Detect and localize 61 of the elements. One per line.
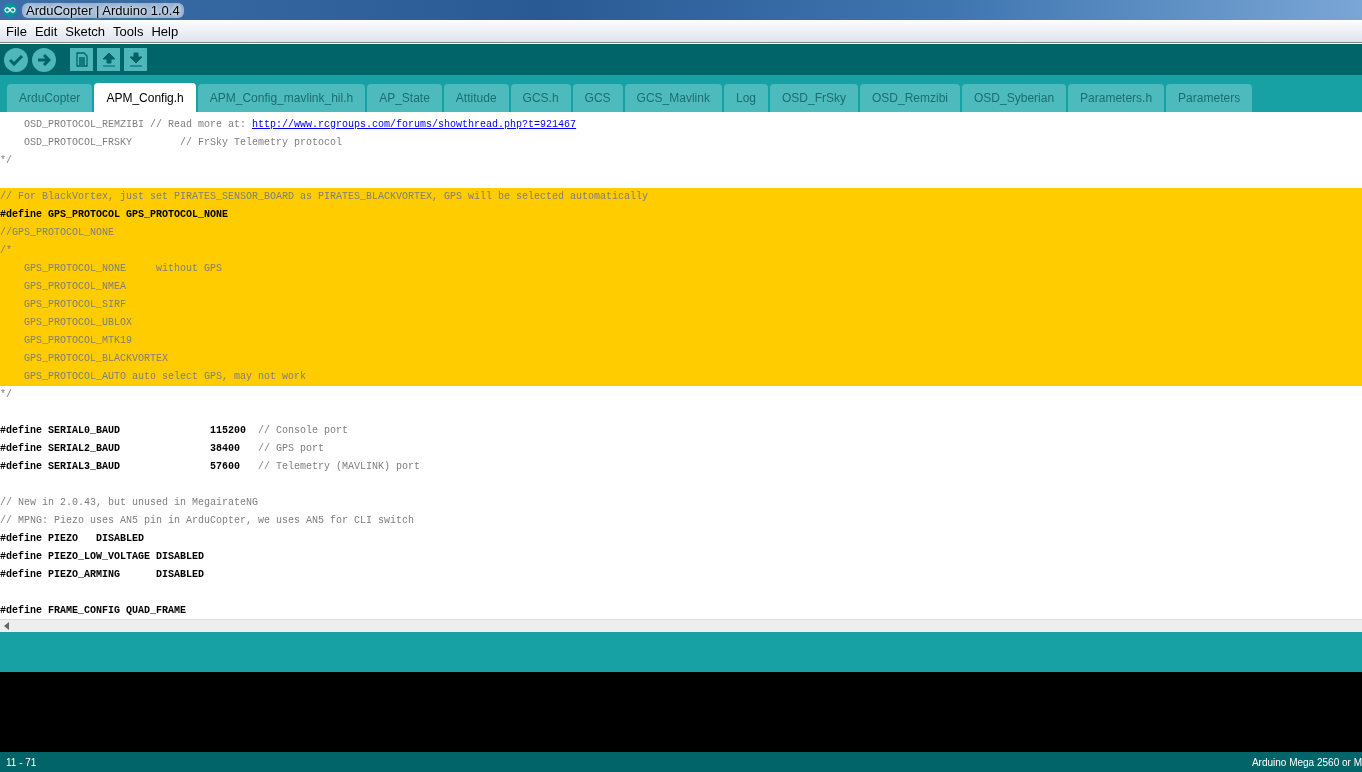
- code-text: #define SERIAL2_BAUD 38400: [0, 442, 241, 456]
- menu-item[interactable]: Tools: [109, 23, 148, 39]
- code-text: #define SERIAL3_BAUD 57600: [0, 460, 241, 474]
- link[interactable]: http://www.rcgroups.com/forums/showthread.php?t=921467: [252, 116, 577, 134]
- document-icon: [75, 52, 88, 67]
- code-comment: // GPS port: [257, 442, 325, 456]
- code-text: #define FRAME_CONFIG QUAD_FRAME: [0, 604, 187, 618]
- file-tab[interactable]: OSD_Remzibi: [860, 84, 961, 112]
- file-tab[interactable]: ArduCopter: [7, 84, 93, 112]
- file-tab[interactable]: GCS_Mavlink: [624, 84, 722, 112]
- open-button[interactable]: [97, 48, 120, 71]
- code-comment: // For BlackVortex, just set PIRATES_SENSOR_BOARD as PIRATES_BLACKVORTEX, GPS will be selected automatically: [0, 188, 1362, 206]
- save-button[interactable]: [124, 48, 147, 71]
- file-tab[interactable]: Parameters: [1166, 84, 1253, 112]
- code-comment: GPS_PROTOCOL_NMEA: [0, 278, 1362, 296]
- code-comment: /*: [0, 242, 1362, 260]
- file-tab[interactable]: APM_Config.h: [94, 83, 196, 112]
- code-comment: GPS_PROTOCOL_UBLOX: [0, 314, 1362, 332]
- verify-button[interactable]: [4, 47, 28, 72]
- file-tab[interactable]: Attitude: [443, 84, 509, 112]
- file-tab[interactable]: APM_Config_mavlink_hil.h: [197, 84, 366, 112]
- menu-item[interactable]: Edit: [30, 23, 62, 39]
- board-name: Arduino Mega 2560 or M: [1251, 756, 1362, 768]
- file-tab[interactable]: AP_State: [367, 84, 442, 112]
- arrow-up-icon: [101, 52, 116, 67]
- code-text: #define PIEZO DISABLED: [0, 532, 145, 546]
- code-comment: //GPS_PROTOCOL_NONE: [0, 224, 1362, 242]
- checkmark-icon: [9, 53, 23, 66]
- code-comment: // New in 2.0.43, but unused in MegairateNG: [0, 496, 259, 510]
- new-button[interactable]: [70, 48, 93, 71]
- scroll-left-icon[interactable]: [4, 622, 10, 630]
- file-tab[interactable]: Parameters.h: [1068, 84, 1165, 112]
- line-number: 11 - 71: [6, 756, 37, 768]
- code-text: #define PIEZO_ARMING DISABLED: [0, 568, 205, 582]
- arrow-right-icon: [37, 53, 51, 66]
- code-comment: // MPNG: Piezo uses AN5 pin in ArduCopter, we uses AN5 for CLI switch: [0, 514, 415, 528]
- file-tab[interactable]: Log: [723, 84, 768, 112]
- menu-item[interactable]: Help: [147, 23, 183, 39]
- code-text: #define GPS_PROTOCOL GPS_PROTOCOL_NONE: [0, 206, 1362, 224]
- menu-item[interactable]: Sketch: [61, 23, 110, 39]
- infinity-logo-icon: [2, 3, 18, 17]
- code-comment: GPS_PROTOCOL_AUTO auto select GPS, may not work: [0, 368, 1362, 386]
- code-comment: // Telemetry (MAVLINK) port: [257, 460, 421, 474]
- code-comment: GPS_PROTOCOL_SIRF: [0, 296, 1362, 314]
- code-comment: OSD_PROTOCOL_FRSKY // FrSky Telemetry protocol: [23, 136, 343, 150]
- code-comment: GPS_PROTOCOL_BLACKVORTEX: [0, 350, 1362, 368]
- file-tab[interactable]: GCS.h: [510, 84, 571, 112]
- arrow-down-icon: [128, 52, 143, 67]
- file-tab[interactable]: OSD_Syberian: [962, 84, 1067, 112]
- code-comment: */: [0, 388, 12, 402]
- code-text: #define SERIAL0_BAUD 115200: [0, 424, 247, 438]
- code-comment: */: [0, 154, 12, 168]
- file-tab[interactable]: OSD_FrSky: [770, 84, 858, 112]
- upload-button[interactable]: [32, 47, 56, 72]
- code-comment: // Console port: [257, 424, 349, 438]
- code-comment: GPS_PROTOCOL_NONE without GPS: [0, 260, 1362, 278]
- code-comment: GPS_PROTOCOL_MTK19: [0, 332, 1362, 350]
- code-comment: OSD_PROTOCOL_REMZIBI // Read more at:: [23, 118, 248, 132]
- menu-item[interactable]: File: [2, 23, 31, 39]
- file-tab[interactable]: GCS: [572, 84, 623, 112]
- code-text: #define PIEZO_LOW_VOLTAGE DISABLED: [0, 550, 205, 564]
